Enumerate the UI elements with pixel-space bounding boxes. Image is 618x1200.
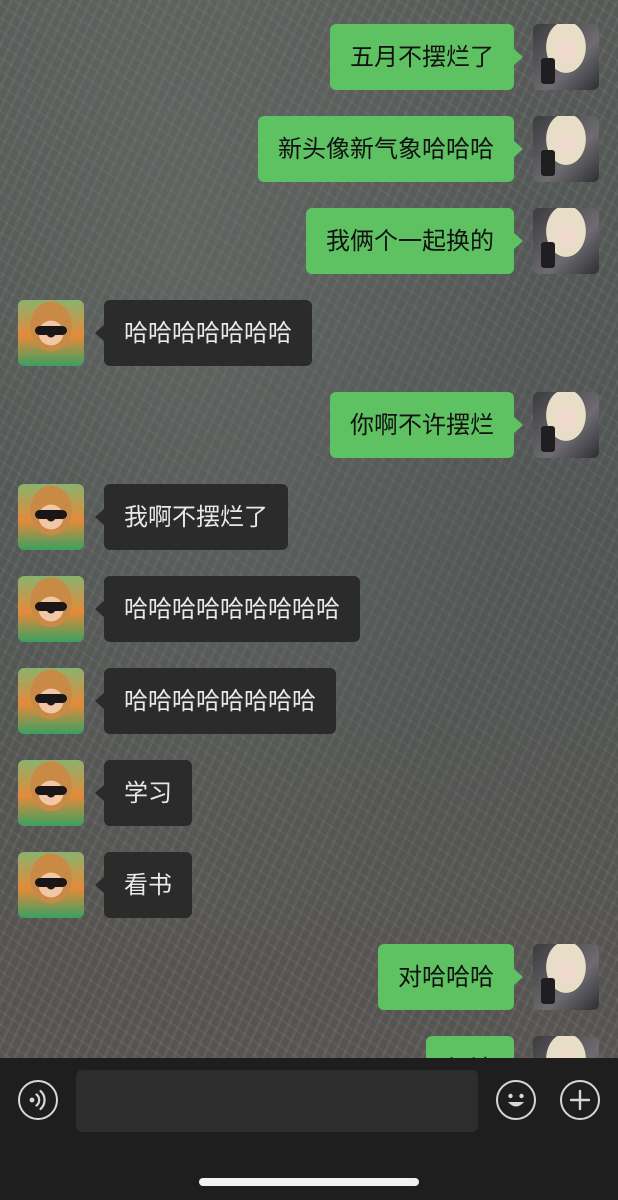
- user-avatar[interactable]: [533, 24, 599, 90]
- more-button[interactable]: [560, 1080, 600, 1120]
- received-message-bubble[interactable]: 哈哈哈哈哈哈哈哈哈: [95, 576, 360, 642]
- sent-message-bubble[interactable]: 对哈哈哈: [378, 944, 523, 1010]
- message-row: 哈哈哈哈哈哈哈哈: [0, 668, 618, 734]
- received-message-bubble[interactable]: 看书: [95, 852, 192, 918]
- sent-message-bubble[interactable]: 新头像新气象哈哈哈: [258, 116, 523, 182]
- message-row: 哈哈哈哈哈哈哈: [0, 300, 618, 366]
- sent-message-bubble[interactable]: 我俩个一起换的: [306, 208, 523, 274]
- home-indicator: [199, 1178, 419, 1186]
- message-row: 对哈哈哈: [0, 944, 618, 1010]
- emoji-button[interactable]: [496, 1080, 536, 1120]
- chat-area[interactable]: 五月不摆烂了 新头像新气象哈哈哈 我俩个一起换的 哈哈哈哈哈哈哈 你啊不许摆烂 …: [0, 0, 618, 1058]
- user-avatar[interactable]: [533, 1036, 599, 1058]
- message-row: 我啊不摆烂了: [0, 484, 618, 550]
- message-row: 新头像新气象哈哈哈: [0, 116, 618, 182]
- received-message-bubble[interactable]: 学习: [95, 760, 192, 826]
- sent-message-bubble[interactable]: 五月不摆烂了: [330, 24, 523, 90]
- message-input[interactable]: [76, 1070, 478, 1132]
- received-message-bubble[interactable]: 哈哈哈哈哈哈哈: [95, 300, 312, 366]
- sent-message-bubble[interactable]: 加油: [426, 1036, 514, 1058]
- user-avatar[interactable]: [533, 392, 599, 458]
- input-toolbar: [0, 1058, 618, 1200]
- user-avatar[interactable]: [533, 944, 599, 1010]
- contact-avatar[interactable]: [18, 668, 84, 734]
- received-message-bubble[interactable]: 我啊不摆烂了: [95, 484, 288, 550]
- contact-avatar[interactable]: [18, 852, 84, 918]
- user-avatar[interactable]: [533, 208, 599, 274]
- voice-button[interactable]: [18, 1080, 58, 1120]
- contact-avatar[interactable]: [18, 484, 84, 550]
- message-row: 加油: [0, 1036, 618, 1058]
- voice-icon: [29, 1089, 46, 1111]
- emoji-icon: [508, 1093, 524, 1107]
- plus-icon: [569, 1089, 591, 1111]
- received-message-bubble[interactable]: 哈哈哈哈哈哈哈哈: [95, 668, 336, 734]
- message-row: 你啊不许摆烂: [0, 392, 618, 458]
- contact-avatar[interactable]: [18, 300, 84, 366]
- contact-avatar[interactable]: [18, 760, 84, 826]
- message-row: 五月不摆烂了: [0, 24, 618, 90]
- message-row: 哈哈哈哈哈哈哈哈哈: [0, 576, 618, 642]
- sent-message-bubble[interactable]: 你啊不许摆烂: [330, 392, 523, 458]
- contact-avatar[interactable]: [18, 576, 84, 642]
- message-row: 我俩个一起换的: [0, 208, 618, 274]
- user-avatar[interactable]: [533, 116, 599, 182]
- message-row: 看书: [0, 852, 618, 918]
- message-row: 学习: [0, 760, 618, 826]
